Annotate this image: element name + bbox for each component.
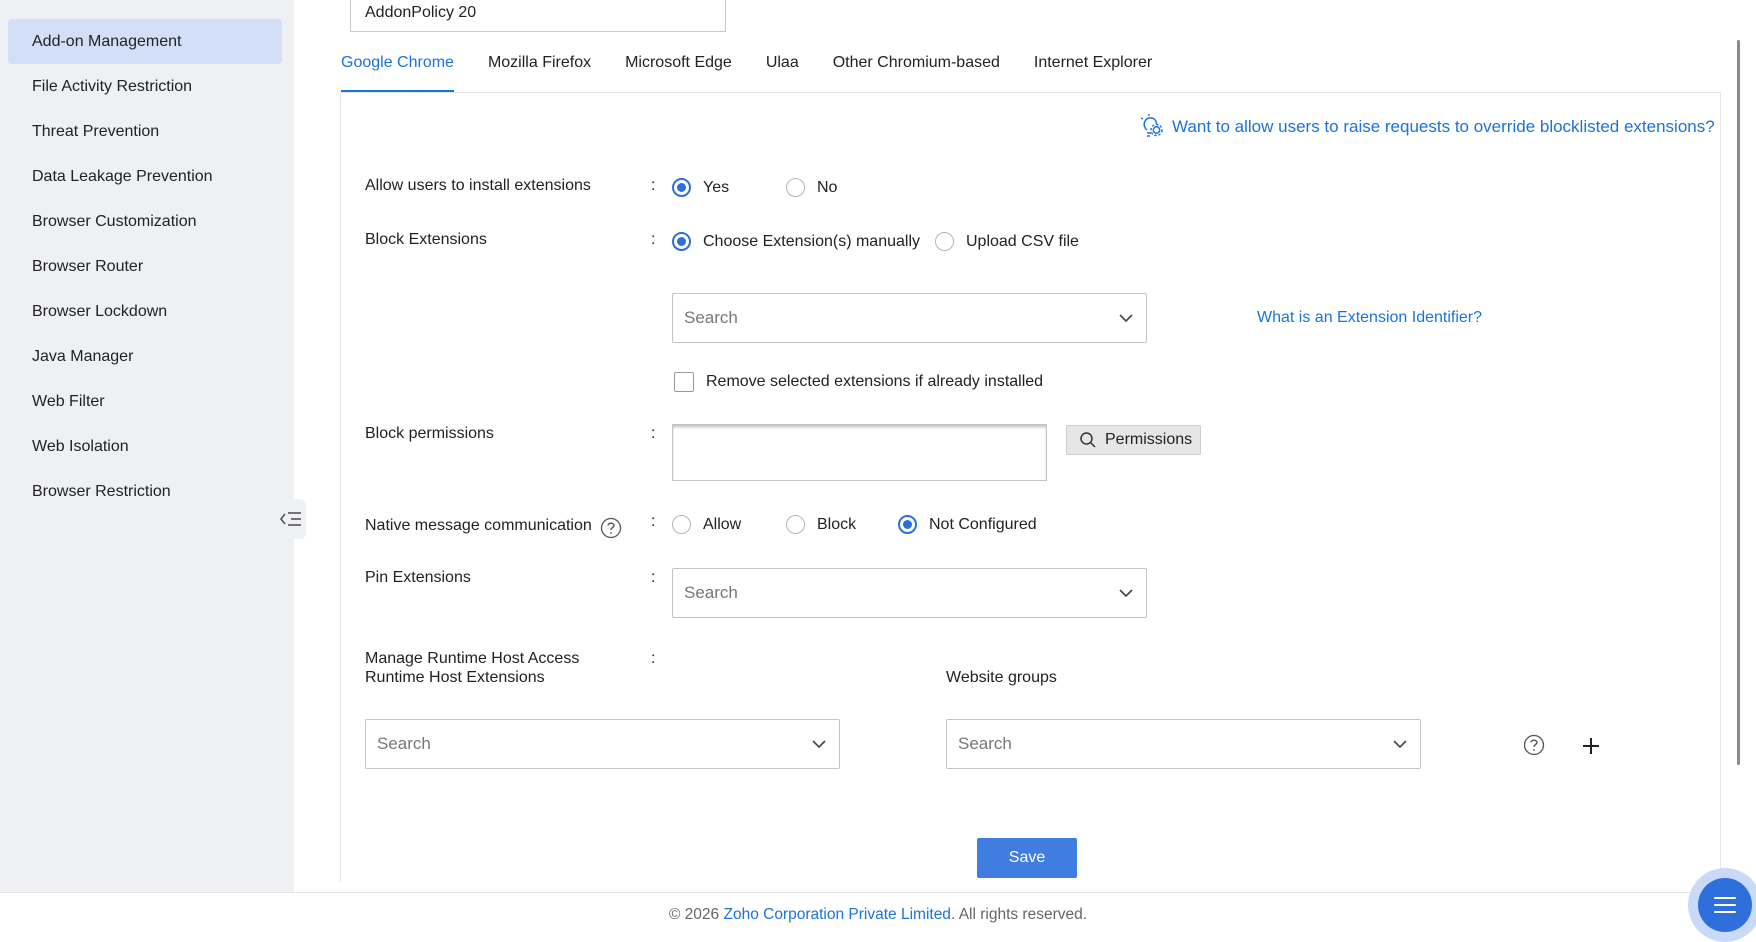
footer-copyright: © 2026 <box>668 905 720 923</box>
tab-mozilla-firefox[interactable]: Mozilla Firefox <box>488 50 591 92</box>
sidebar-item-browser-router[interactable]: Browser Router <box>8 244 282 289</box>
allow-install-yes-radio[interactable]: Yes <box>672 178 729 197</box>
chevron-down-icon <box>1119 589 1133 598</box>
colon: : <box>651 425 656 442</box>
footer: © 2026 Zoho Corporation Private Limited.… <box>0 892 1756 936</box>
runtime-host-extensions-label: Runtime Host Extensions <box>365 669 545 686</box>
block-manual-radio[interactable]: Choose Extension(s) manually <box>672 232 920 251</box>
page-scrollbar[interactable] <box>1737 40 1740 765</box>
block-permissions-box[interactable] <box>672 424 1047 481</box>
tab-ulaa[interactable]: Ulaa <box>766 50 799 92</box>
sidebar-item-browser-restriction[interactable]: Browser Restriction <box>8 469 282 514</box>
chevron-down-icon <box>1119 314 1133 323</box>
radio-circle <box>672 515 691 534</box>
website-groups-search-select[interactable]: Search <box>946 719 1421 769</box>
select-placeholder: Search <box>684 583 738 602</box>
block-extensions-search-select[interactable]: Search <box>672 293 1147 343</box>
tab-microsoft-edge[interactable]: Microsoft Edge <box>625 50 732 92</box>
runtime-extensions-search-select[interactable]: Search <box>365 719 840 769</box>
tab-other-chromium[interactable]: Other Chromium-based <box>833 50 1000 92</box>
lightbulb-gear-icon <box>1140 114 1163 137</box>
permissions-button[interactable]: Permissions <box>1066 425 1201 455</box>
override-request-link-text: Want to allow users to raise requests to… <box>1172 117 1715 136</box>
tab-google-chrome[interactable]: Google Chrome <box>341 50 454 92</box>
policy-name-input[interactable]: AddonPolicy 20 <box>350 0 726 32</box>
sidebar: Add-on Management File Activity Restrict… <box>0 0 294 892</box>
override-request-link[interactable]: Want to allow users to raise requests to… <box>1138 114 1715 140</box>
sidebar-collapse-button[interactable] <box>276 499 306 539</box>
menu-icon-bar <box>1714 897 1736 899</box>
sidebar-item-data-leakage-prevention[interactable]: Data Leakage Prevention <box>8 154 282 199</box>
save-button[interactable]: Save <box>977 838 1077 878</box>
pin-extensions-search-select[interactable]: Search <box>672 568 1147 618</box>
colon: : <box>651 650 656 667</box>
select-placeholder: Search <box>377 734 431 753</box>
help-icon[interactable] <box>600 517 622 539</box>
sidebar-item-browser-lockdown[interactable]: Browser Lockdown <box>8 289 282 334</box>
pin-extensions-label: Pin Extensions <box>365 569 471 586</box>
sidebar-item-threat-prevention[interactable]: Threat Prevention <box>8 109 282 154</box>
website-groups-label: Website groups <box>946 669 1057 686</box>
block-permissions-label: Block permissions <box>365 425 494 442</box>
radio-label: No <box>817 178 838 196</box>
checkbox-box <box>674 372 694 392</box>
permissions-button-label: Permissions <box>1105 431 1193 448</box>
chevron-down-icon <box>1393 740 1407 749</box>
radio-label: Not Configured <box>929 515 1037 533</box>
add-row-icon[interactable] <box>1582 737 1600 755</box>
block-extensions-label: Block Extensions <box>365 231 487 248</box>
help-icon[interactable] <box>1523 734 1545 756</box>
block-csv-radio[interactable]: Upload CSV file <box>935 232 1079 251</box>
sidebar-item-file-activity-restriction[interactable]: File Activity Restriction <box>8 64 282 109</box>
quick-menu-button[interactable] <box>1698 878 1752 932</box>
radio-label: Upload CSV file <box>966 232 1079 250</box>
radio-label: Choose Extension(s) manually <box>703 232 920 250</box>
native-message-label-text: Native message communication <box>365 517 592 534</box>
radio-label: Block <box>817 515 857 533</box>
remove-installed-checkbox[interactable]: Remove selected extensions if already in… <box>674 372 1043 392</box>
sidebar-item-addon-management[interactable]: Add-on Management <box>8 19 282 64</box>
footer-rights: . All rights reserved. <box>950 905 1088 923</box>
extension-identifier-link[interactable]: What is an Extension Identifier? <box>1257 309 1482 327</box>
radio-circle <box>672 178 691 197</box>
menu-icon-bar <box>1714 904 1736 906</box>
browser-tabs: Google Chrome Mozilla Firefox Microsoft … <box>341 50 1186 92</box>
colon: : <box>651 513 656 530</box>
allow-install-label: Allow users to install extensions <box>365 177 591 194</box>
sidebar-item-web-isolation[interactable]: Web Isolation <box>8 424 282 469</box>
radio-label: Yes <box>703 178 730 196</box>
radio-circle <box>786 515 805 534</box>
native-message-label: Native message communication <box>365 513 622 539</box>
sidebar-item-java-manager[interactable]: Java Manager <box>8 334 282 379</box>
runtime-host-access-label: Manage Runtime Host Access <box>365 650 580 667</box>
allow-install-no-radio[interactable]: No <box>786 178 837 197</box>
tab-internet-explorer[interactable]: Internet Explorer <box>1034 50 1152 92</box>
native-not-configured-radio[interactable]: Not Configured <box>898 515 1037 534</box>
colon: : <box>651 231 656 248</box>
checkbox-label: Remove selected extensions if already in… <box>706 373 1044 390</box>
sidebar-item-browser-customization[interactable]: Browser Customization <box>8 199 282 244</box>
chevron-down-icon <box>812 740 826 749</box>
radio-circle <box>786 178 805 197</box>
footer-company-link[interactable]: Zoho Corporation Private Limited <box>723 906 950 924</box>
colon: : <box>651 569 656 586</box>
select-placeholder: Search <box>958 734 1012 753</box>
sidebar-item-web-filter[interactable]: Web Filter <box>8 379 282 424</box>
radio-label: Allow <box>703 515 742 533</box>
collapse-menu-icon <box>279 512 301 526</box>
search-icon <box>1080 432 1096 448</box>
colon: : <box>651 177 656 194</box>
select-placeholder: Search <box>684 308 738 327</box>
radio-circle <box>672 232 691 251</box>
radio-circle <box>898 515 917 534</box>
radio-circle <box>935 232 954 251</box>
native-allow-radio[interactable]: Allow <box>672 515 741 534</box>
menu-icon-bar <box>1714 911 1736 913</box>
native-block-radio[interactable]: Block <box>786 515 856 534</box>
